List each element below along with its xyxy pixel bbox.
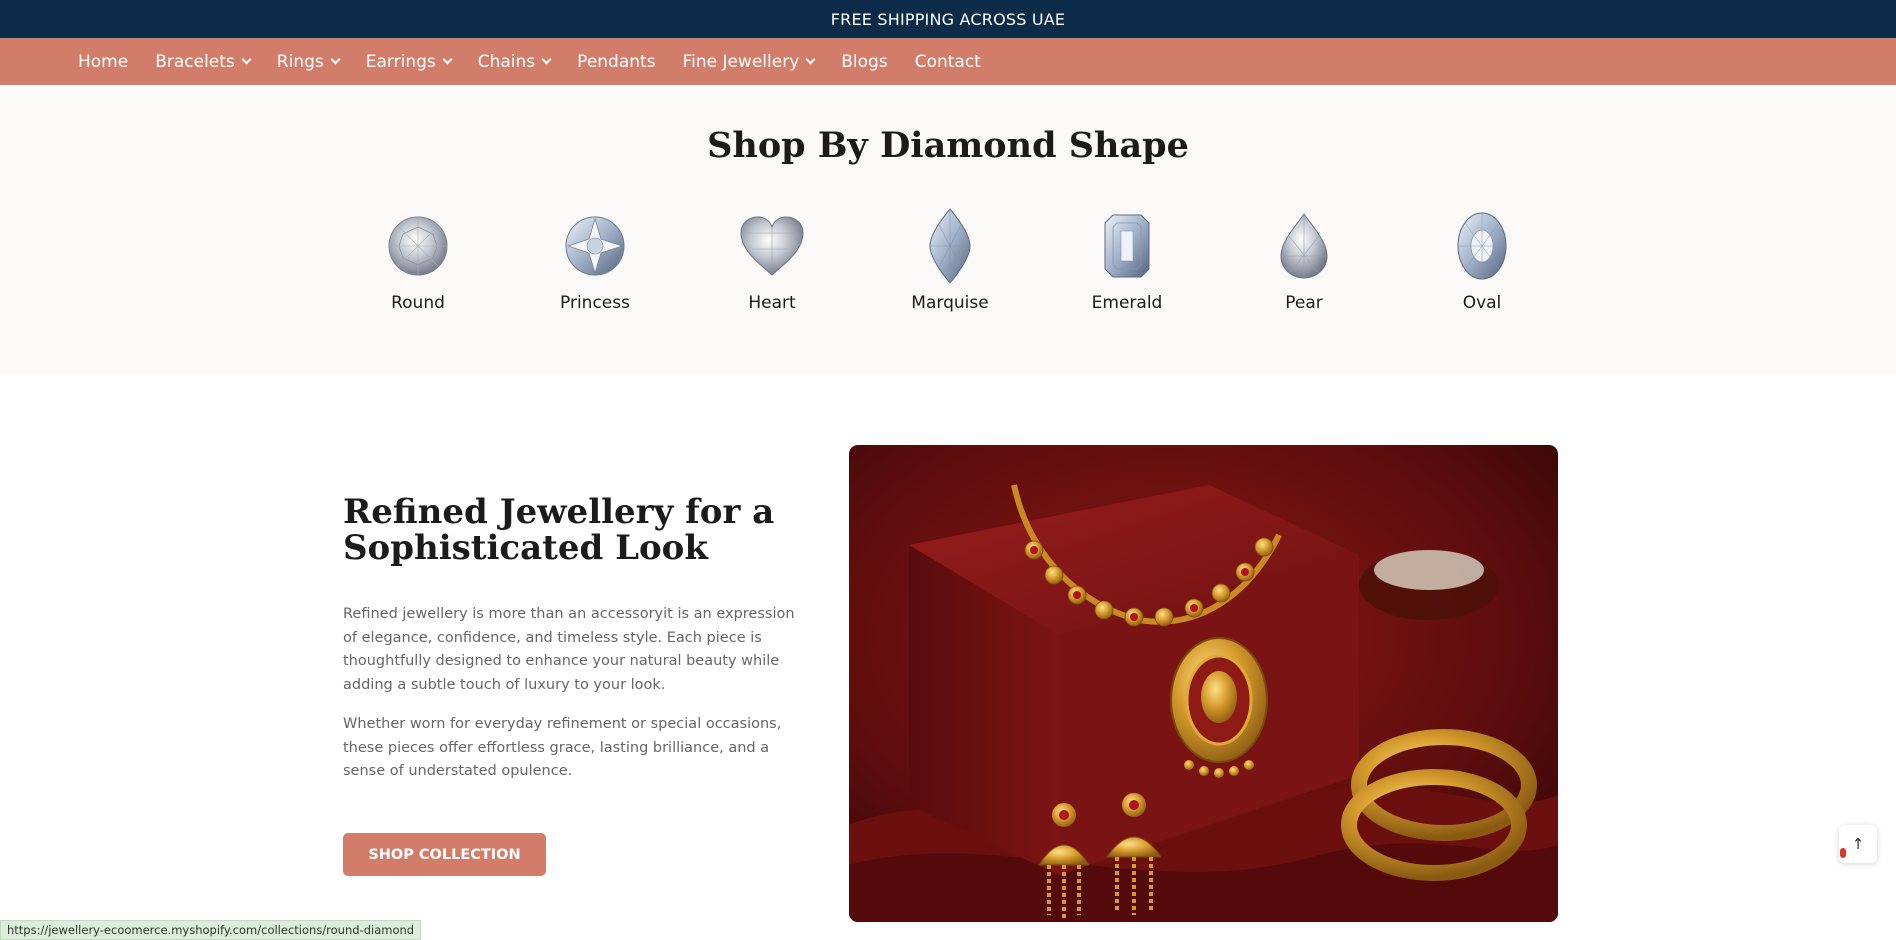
feature-paragraph-1: Refined jewellery is more than an access… bbox=[343, 606, 795, 693]
emerald-diamond-icon bbox=[1104, 214, 1150, 278]
chevron-down-icon bbox=[442, 54, 453, 65]
chevron-down-icon bbox=[241, 54, 252, 65]
round-diamond-icon bbox=[388, 216, 448, 276]
shape-round[interactable]: Round bbox=[358, 215, 478, 313]
feature-section: Refined Jewellery for a Sophisticated Lo… bbox=[0, 374, 1896, 940]
notification-dot bbox=[1840, 848, 1846, 858]
shop-by-shape-section: Shop By Diamond Shape Round Princess Hea… bbox=[0, 85, 1896, 374]
nav-item-bracelets[interactable]: Bracelets bbox=[155, 52, 252, 72]
shape-label: Princess bbox=[560, 293, 630, 313]
chevron-down-icon bbox=[805, 54, 816, 65]
oval-diamond-icon bbox=[1457, 212, 1507, 280]
arrow-up-icon: ↑ bbox=[1851, 835, 1865, 853]
princess-diamond-icon bbox=[565, 216, 625, 276]
shape-heart[interactable]: Heart bbox=[712, 215, 832, 313]
nav-item-earrings[interactable]: Earrings bbox=[366, 52, 453, 72]
status-url-text: https://jewellery-ecoomerce.myshopify.co… bbox=[7, 923, 415, 937]
browser-status-url: https://jewellery-ecoomerce.myshopify.co… bbox=[0, 920, 422, 940]
shape-oval[interactable]: Oval bbox=[1422, 212, 1542, 313]
shape-marquise[interactable]: Marquise bbox=[890, 208, 1010, 313]
announcement-text: FREE SHIPPING ACROSS UAE bbox=[830, 9, 1066, 29]
shape-label: Heart bbox=[748, 293, 796, 313]
heart-diamond-icon bbox=[740, 216, 804, 276]
shape-label: Emerald bbox=[1091, 293, 1163, 313]
shop-collection-button[interactable]: SHOP COLLECTION bbox=[343, 833, 546, 876]
shape-label: Oval bbox=[1462, 293, 1502, 313]
shape-pear[interactable]: Pear bbox=[1244, 213, 1364, 313]
chevron-down-icon bbox=[330, 54, 341, 65]
feature-title: Refined Jewellery for a Sophisticated Lo… bbox=[343, 492, 775, 568]
shape-princess[interactable]: Princess bbox=[535, 215, 655, 313]
shape-label: Marquise bbox=[911, 293, 989, 313]
nav-item-chains[interactable]: Chains bbox=[478, 52, 552, 72]
chevron-down-icon bbox=[541, 54, 552, 65]
main-nav: Home Bracelets Rings Earrings Chains Pen… bbox=[0, 38, 1896, 85]
shape-label: Pear bbox=[1285, 293, 1323, 313]
nav-item-blogs[interactable]: Blogs bbox=[841, 52, 887, 72]
nav-item-pendants[interactable]: Pendants bbox=[577, 52, 655, 72]
shape-label: Round bbox=[391, 293, 445, 313]
feature-paragraph-2: Whether worn for everyday refinement or … bbox=[343, 716, 782, 779]
nav-item-rings[interactable]: Rings bbox=[277, 52, 341, 72]
shape-emerald[interactable]: Emerald bbox=[1067, 214, 1187, 313]
announcement-bar: FREE SHIPPING ACROSS UAE bbox=[0, 0, 1896, 38]
marquise-diamond-icon bbox=[929, 208, 971, 284]
nav-item-contact[interactable]: Contact bbox=[915, 52, 981, 72]
pear-diamond-icon bbox=[1280, 213, 1328, 279]
jewellery-feature-image bbox=[849, 445, 1558, 922]
nav-item-fine-jewellery[interactable]: Fine Jewellery bbox=[683, 52, 816, 72]
nav-item-home[interactable]: Home bbox=[78, 52, 128, 72]
section-title: Shop By Diamond Shape bbox=[707, 125, 1189, 166]
